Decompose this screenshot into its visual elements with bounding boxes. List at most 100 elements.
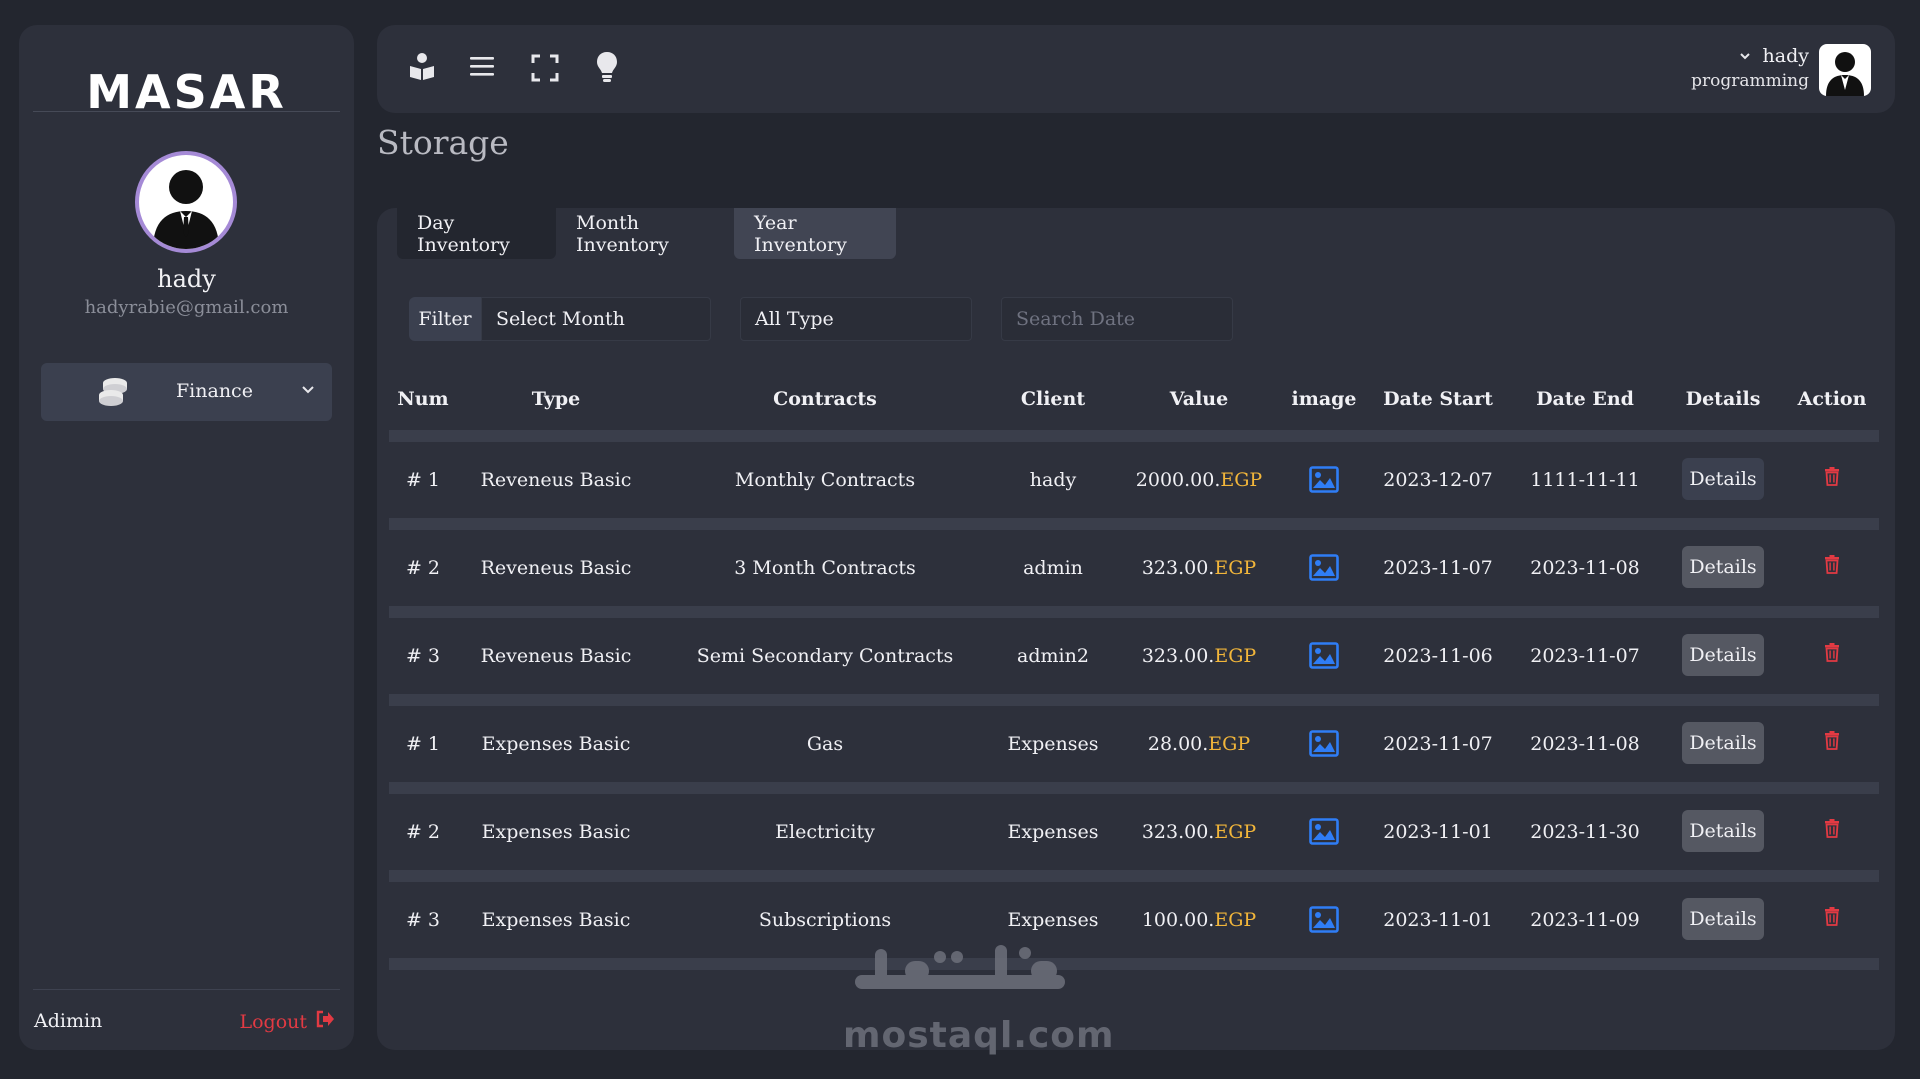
value-amount: 323.00. [1141,645,1215,667]
fullscreen-icon[interactable] [531,54,559,86]
row-num: # 1 [405,469,441,491]
filter-label: Filter [409,297,481,341]
row-date-end: 2023-11-30 [1530,821,1640,843]
user-avatar [135,151,237,253]
table-row: # 3 Reveneus Basic Semi Secondary Contract… [389,618,1879,694]
row-type: Expenses Basic [481,733,631,755]
logout-link[interactable]: Logout [239,1010,335,1033]
details-button[interactable]: Details [1682,458,1764,500]
column-header: Value [1169,388,1229,410]
row-num: # 2 [405,557,441,579]
row-date-end: 2023-11-08 [1530,557,1640,579]
details-button[interactable]: Details [1682,898,1764,940]
sidebar: MASAR hady hadyrabie@gmail.com Finance A… [19,25,354,1050]
value-amount: 2000.00. [1135,469,1221,491]
row-value: 100.00.EGP [1142,909,1256,931]
menu-icon[interactable] [469,55,495,81]
month-select[interactable]: Select Month [481,297,711,341]
chevron-down-icon [1739,45,1751,67]
row-separator [389,694,1879,706]
table-row: # 2 Expenses Basic Electricity Expenses 323.… [389,794,1879,870]
watermark-text: mostaql.com [843,1015,1115,1056]
topbar-user-name: hady [1762,45,1809,67]
row-separator [389,870,1879,882]
row-num: # 2 [405,821,441,843]
row-client: Expenses [1007,821,1099,843]
filter-bar: Filter Select Month All Type [409,297,1233,341]
inventory-tabs: Day Inventory Month Inventory Year Inven… [397,208,896,259]
row-value: 323.00.EGP [1142,557,1256,579]
column-header: Client [1020,388,1086,410]
row-value: 323.00.EGP [1142,821,1256,843]
inventory-panel: Day Inventory Month Inventory Year Inven… [377,208,1895,1050]
value-amount: 28.00. [1147,733,1209,755]
trash-icon[interactable] [1824,467,1840,490]
row-date-start: 2023-11-01 [1383,821,1493,843]
search-date-input[interactable] [1001,297,1233,341]
row-contract: Electricity [775,821,875,843]
column-header: Contracts [773,388,877,410]
row-separator [389,782,1879,794]
lightbulb-icon[interactable] [596,51,618,87]
topbar-avatar[interactable] [1819,44,1871,96]
image-icon[interactable] [1309,818,1339,849]
column-header: Type [531,388,581,410]
row-separator [389,518,1879,530]
top-bar: hady programming [377,25,1895,113]
image-icon[interactable] [1309,554,1339,585]
tab-year-inventory[interactable]: Year Inventory [734,208,896,259]
row-type: Reveneus Basic [480,557,632,579]
row-num: # 1 [405,733,441,755]
row-date-start: 2023-12-07 [1383,469,1493,491]
row-date-end: 1111-11-11 [1530,469,1640,491]
value-currency: EGP [1214,909,1257,931]
row-num: # 3 [405,909,441,931]
value-amount: 323.00. [1141,557,1215,579]
details-button[interactable]: Details [1682,722,1764,764]
row-contract: Semi Secondary Contracts [696,645,954,667]
tab-month-inventory[interactable]: Month Inventory [556,208,734,259]
type-select[interactable]: All Type [740,297,972,341]
row-separator [389,958,1879,970]
row-type: Reveneus Basic [480,469,632,491]
trash-icon[interactable] [1824,819,1840,842]
book-reader-icon[interactable] [407,52,437,86]
value-amount: 100.00. [1141,909,1215,931]
value-currency: EGP [1214,557,1257,579]
trash-icon[interactable] [1824,643,1840,666]
column-header: Date End [1536,388,1634,410]
finance-menu-button[interactable]: Finance [41,363,332,421]
tab-day-inventory[interactable]: Day Inventory [397,208,556,259]
trash-icon[interactable] [1824,731,1840,754]
logout-label: Logout [239,1010,307,1033]
details-button[interactable]: Details [1682,810,1764,852]
topbar-user-role: programming [1691,71,1809,91]
user-email: hadyrabie@gmail.com [84,297,289,318]
image-icon[interactable] [1309,906,1339,937]
table-row: # 3 Expenses Basic Subscriptions Expenses 10… [389,882,1879,958]
row-client: admin2 [1017,645,1089,667]
trash-icon[interactable] [1824,555,1840,578]
row-contract: Gas [806,733,844,755]
row-date-start: 2023-11-01 [1383,909,1493,931]
logout-icon [315,1010,335,1033]
page-title: Storage [377,123,509,162]
image-icon[interactable] [1309,642,1339,673]
image-icon[interactable] [1309,466,1339,497]
mostaql-logo [845,935,1075,1019]
image-icon[interactable] [1309,730,1339,761]
chevron-down-icon [301,381,315,400]
row-type: Reveneus Basic [480,645,632,667]
value-amount: 323.00. [1141,821,1215,843]
value-currency: EGP [1214,821,1257,843]
column-header: Num [397,388,449,410]
row-value: 323.00.EGP [1142,645,1256,667]
details-button[interactable]: Details [1682,634,1764,676]
user-menu[interactable]: hady programming [1691,45,1809,91]
trash-icon[interactable] [1824,907,1840,930]
column-header: Details [1685,388,1761,410]
row-separator [389,606,1879,618]
row-num: # 3 [405,645,441,667]
details-button[interactable]: Details [1682,546,1764,588]
role-label: Adimin [34,1010,103,1032]
